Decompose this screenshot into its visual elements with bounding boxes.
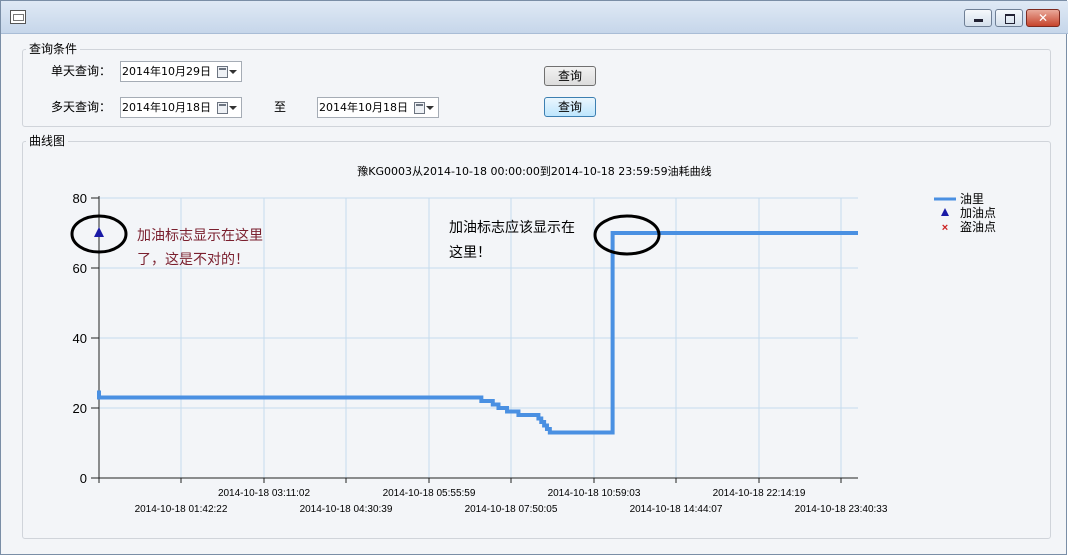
annotation-correct-line2: 这里！ bbox=[449, 245, 491, 261]
x-tick-label: 2014-10-18 10:59:03 bbox=[548, 488, 641, 499]
legend-theft-label: 盗油点 bbox=[960, 220, 997, 234]
y-tick-label: 80 bbox=[73, 191, 87, 206]
refuel-marker bbox=[94, 227, 104, 237]
x-tick-label: 2014-10-18 04:30:39 bbox=[300, 504, 393, 515]
x-tick-label: 2014-10-18 07:50:05 bbox=[465, 504, 558, 515]
x-tick-label: 2014-10-18 22:14:19 bbox=[713, 488, 806, 499]
x-tick-label: 2014-10-18 23:40:33 bbox=[795, 504, 888, 515]
annotation-correct-line1: 加油标志应该显示在 bbox=[449, 220, 575, 236]
x-tick-label: 2014-10-18 05:55:59 bbox=[383, 488, 476, 499]
y-tick-label: 20 bbox=[73, 401, 87, 416]
x-tick-label: 2014-10-18 14:44:07 bbox=[630, 504, 723, 515]
x-tick-label: 2014-10-18 03:11:02 bbox=[218, 488, 311, 499]
annotation-wrong-line1: 加油标志显示在这里 bbox=[137, 228, 263, 244]
fuel-chart: 0 20 40 60 80 2014-10-18 03:11:02 2014-10-18 0… bbox=[70, 191, 956, 515]
legend-refuel-label: 加油点 bbox=[960, 206, 997, 220]
annotation-wrong-line2: 了，这是不对的！ bbox=[137, 252, 249, 268]
legend-theft-swatch: × bbox=[942, 222, 948, 234]
y-tick-label: 60 bbox=[73, 261, 87, 276]
legend-refuel-swatch bbox=[941, 208, 949, 216]
x-tick-label: 2014-10-18 01:42:22 bbox=[135, 504, 228, 515]
y-tick-label: 40 bbox=[73, 331, 87, 346]
y-tick-label: 0 bbox=[80, 471, 87, 486]
legend-fuel-label: 油里 bbox=[960, 192, 985, 206]
